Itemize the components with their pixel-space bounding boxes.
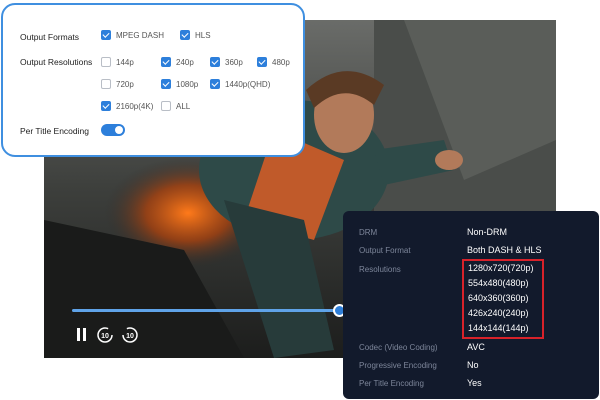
progressive-encoding-value: No (467, 360, 479, 370)
drm-key: DRM (359, 228, 378, 237)
skip-back-label: 10 (101, 333, 109, 340)
resolution-option-240p[interactable]: 240p (161, 57, 194, 67)
progressive-encoding-key: Progressive Encoding (359, 361, 437, 370)
checkbox-unchecked-icon (161, 101, 171, 111)
screenshot: 10 10 Output Formats MPEG DASH HLS Outpu… (0, 0, 600, 400)
format-option-mpeg-dash[interactable]: MPEG DASH (101, 30, 164, 40)
progress-played[interactable] (72, 309, 340, 312)
output-format-key: Output Format (359, 246, 411, 255)
resolution-option-1080p[interactable]: 1080p (161, 79, 198, 89)
resolution-option-720p[interactable]: 720p (101, 79, 134, 89)
checkbox-unchecked-icon (101, 79, 111, 89)
encoding-summary-panel: DRM Non-DRM Output Format Both DASH & HL… (343, 211, 599, 399)
codec-value: AVC (467, 342, 485, 352)
skip-back-button[interactable]: 10 (96, 326, 114, 344)
checkbox-checked-icon (101, 30, 111, 40)
resolution-option-360p[interactable]: 360p (210, 57, 243, 67)
checkbox-checked-icon (180, 30, 190, 40)
per-title-encoding-key: Per Title Encoding (359, 379, 424, 388)
checkbox-checked-icon (161, 79, 171, 89)
output-formats-label: Output Formats (20, 32, 80, 42)
rewind-10-icon: 10 (97, 327, 113, 343)
per-title-encoding-label: Per Title Encoding (20, 126, 89, 136)
pause-icon (76, 327, 80, 341)
resolution-option-144p[interactable]: 144p (101, 57, 134, 67)
resolution-item: 554x480(480p) (468, 278, 529, 288)
output-resolutions-label: Output Resolutions (20, 57, 93, 67)
skip-forward-button[interactable]: 10 (121, 326, 139, 344)
skip-forward-label: 10 (126, 333, 134, 340)
codec-key: Codec (Video Coding) (359, 343, 438, 352)
checkbox-checked-icon (101, 101, 111, 111)
drm-value: Non-DRM (467, 227, 508, 237)
format-option-hls[interactable]: HLS (180, 30, 211, 40)
resolution-item: 426x240(240p) (468, 308, 529, 318)
checkbox-checked-icon (161, 57, 171, 67)
resolution-item: 640x360(360p) (468, 293, 529, 303)
output-format-value: Both DASH & HLS (467, 245, 542, 255)
resolution-option-480p[interactable]: 480p (257, 57, 290, 67)
resolution-item: 1280x720(720p) (468, 263, 534, 273)
checkbox-checked-icon (257, 57, 267, 67)
checkbox-checked-icon (210, 57, 220, 67)
checkbox-checked-icon (210, 79, 220, 89)
resolution-option-all[interactable]: ALL (161, 101, 190, 111)
encoding-settings-panel: Output Formats MPEG DASH HLS Output Reso… (1, 3, 305, 157)
checkbox-unchecked-icon (101, 57, 111, 67)
resolution-item: 144x144(144p) (468, 323, 529, 333)
forward-10-icon: 10 (122, 327, 138, 343)
per-title-encoding-value: Yes (467, 378, 482, 388)
resolution-option-1440p[interactable]: 1440p(QHD) (210, 79, 270, 89)
pause-button[interactable] (74, 326, 88, 342)
resolution-option-2160p[interactable]: 2160p(4K) (101, 101, 153, 111)
resolutions-key: Resolutions (359, 265, 401, 274)
per-title-encoding-toggle[interactable] (101, 124, 125, 136)
